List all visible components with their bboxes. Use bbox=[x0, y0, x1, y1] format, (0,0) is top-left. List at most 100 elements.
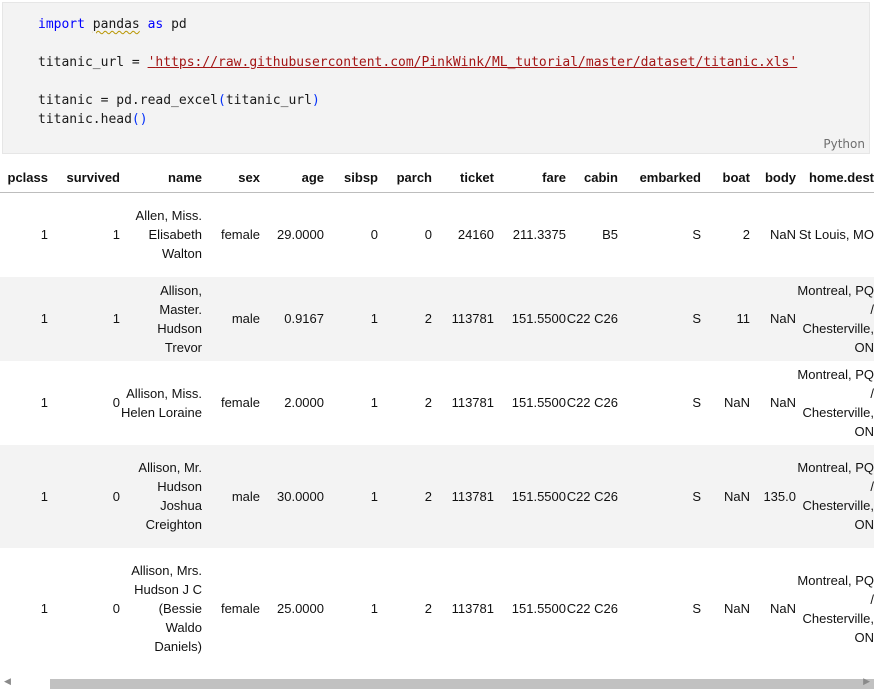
cell-pclass: 1 bbox=[0, 276, 48, 361]
cell-home-dest: St Louis, MO bbox=[798, 227, 874, 243]
cell-embarked: S bbox=[692, 395, 701, 410]
cell-cabin: B5 bbox=[602, 227, 618, 243]
head-call: titanic.head bbox=[38, 112, 132, 127]
table-row: 1 0 Allison, Miss. Helen Loraine female … bbox=[0, 361, 874, 445]
column-header-survived: survived bbox=[48, 162, 120, 193]
cell-sex: male bbox=[202, 276, 260, 361]
cell-age: 2.0000 bbox=[284, 395, 324, 410]
cell-survived: 0 bbox=[112, 395, 120, 410]
read-arg: titanic_url bbox=[225, 93, 312, 108]
cell-parch: 2 bbox=[378, 276, 432, 361]
cell-name: Allison, Miss. Helen Loraine bbox=[121, 385, 202, 420]
cell-parch: 0 bbox=[424, 227, 432, 243]
column-header-sex: sex bbox=[202, 162, 260, 193]
cell-survived: 0 bbox=[48, 444, 120, 548]
language-label[interactable]: Python bbox=[823, 137, 865, 151]
cell-embarked: S bbox=[618, 444, 701, 548]
cell-sex: female bbox=[220, 395, 260, 410]
cell-parch: 2 bbox=[424, 601, 432, 616]
cell-sex: female bbox=[220, 227, 260, 243]
table-row: 1 0 Allison, Mr. Hudson Joshua Creighton… bbox=[0, 444, 874, 548]
paren-close: ) bbox=[311, 93, 320, 108]
cell-home-dest: Montreal, PQ / Chesterville, ON bbox=[797, 366, 874, 439]
column-header-sibsp: sibsp bbox=[324, 162, 378, 193]
code-line-import: import pandas as pd bbox=[38, 15, 797, 34]
head-parens: () bbox=[131, 112, 148, 127]
cell-name: Allison, Mrs. Hudson J C (Bessie Waldo D… bbox=[131, 563, 202, 654]
module-name: pandas bbox=[92, 17, 140, 32]
scroll-right-icon[interactable]: ▶ bbox=[863, 677, 870, 687]
cell-sibsp: 0 bbox=[370, 227, 378, 243]
cell-fare: 151.5500 bbox=[511, 395, 566, 410]
cell-ticket: 113781 bbox=[432, 276, 494, 361]
cell-fare: 211.3375 bbox=[512, 227, 566, 243]
assign-op: = bbox=[124, 55, 148, 70]
table-row: 1 1 Allen, Miss. Elisabeth Walton female… bbox=[0, 193, 874, 277]
cell-boat: NaN bbox=[701, 444, 750, 548]
cell-parch: 2 bbox=[424, 395, 432, 410]
keyword-import: import bbox=[38, 17, 85, 32]
scroll-left-icon[interactable]: ◀ bbox=[4, 677, 11, 687]
cell-cabin: C22 C26 bbox=[566, 444, 618, 548]
cell-survived: 1 bbox=[112, 227, 120, 243]
keyword-as: as bbox=[147, 17, 164, 32]
table-row: 1 1 Allison, Master. Hudson Trevor male … bbox=[0, 276, 874, 361]
column-header-name: name bbox=[120, 162, 202, 193]
cell-body: NaN bbox=[769, 395, 796, 410]
cell-embarked: S bbox=[692, 601, 701, 616]
cell-ticket: 113781 bbox=[432, 444, 494, 548]
cell-pclass: 1 bbox=[40, 227, 48, 243]
paren-open: ( bbox=[218, 93, 226, 108]
url-string: https://raw.githubusercontent.com/PinkWi… bbox=[155, 55, 790, 70]
cell-survived: 0 bbox=[112, 601, 120, 616]
column-header-age: age bbox=[260, 162, 324, 193]
dataframe-table: pclass survived name sex age sibsp parch… bbox=[0, 162, 874, 670]
code-line-url: titanic_url = 'https://raw.githubusercon… bbox=[38, 53, 797, 72]
cell-boat: 2 bbox=[742, 227, 750, 243]
string-quote-close: ' bbox=[789, 55, 798, 70]
module-alias: pd bbox=[171, 17, 187, 32]
output-area: pclass survived name sex age sibsp parch… bbox=[0, 162, 874, 672]
cell-age: 30.0000 bbox=[260, 444, 324, 548]
cell-boat: 11 bbox=[701, 276, 750, 361]
cell-cabin: C22 C26 bbox=[566, 395, 618, 410]
cell-ticket: 24160 bbox=[457, 227, 494, 243]
cell-name: Allen, Miss. Elisabeth Walton bbox=[135, 208, 202, 262]
cell-pclass: 1 bbox=[40, 601, 48, 616]
cell-home-dest: Montreal, PQ / Chesterville, ON bbox=[797, 572, 874, 645]
cell-body: NaN bbox=[769, 601, 796, 616]
horizontal-scrollbar[interactable]: ◀ ▶ bbox=[0, 676, 874, 691]
cell-embarked: S bbox=[692, 227, 701, 243]
cell-embarked: S bbox=[618, 276, 701, 361]
cell-sibsp: 1 bbox=[324, 276, 378, 361]
cell-body: NaN bbox=[750, 276, 796, 361]
cell-home-dest: Montreal, PQ / Chesterville, ON bbox=[796, 276, 874, 361]
cell-age: 0.9167 bbox=[260, 276, 324, 361]
cell-pclass: 1 bbox=[40, 395, 48, 410]
cell-body: 135.0 bbox=[750, 444, 796, 548]
cell-sibsp: 1 bbox=[370, 395, 378, 410]
code-line-head: titanic.head() bbox=[38, 110, 797, 129]
cell-boat: NaN bbox=[723, 395, 750, 410]
cell-boat: NaN bbox=[723, 601, 750, 616]
variable-name: titanic_url bbox=[38, 55, 125, 70]
code-editor[interactable]: import pandas as pd titanic_url = 'https:… bbox=[38, 15, 797, 129]
cell-name: Allison, Mr. Hudson Joshua Creighton bbox=[120, 444, 202, 548]
column-header-body: body bbox=[750, 162, 796, 193]
column-header-boat: boat bbox=[701, 162, 750, 193]
cell-fare: 151.5500 bbox=[511, 601, 566, 616]
cell-pclass: 1 bbox=[0, 444, 48, 548]
scrollbar-thumb[interactable] bbox=[50, 679, 874, 689]
cell-sibsp: 1 bbox=[370, 601, 378, 616]
column-header-fare: fare bbox=[494, 162, 566, 193]
cell-body: NaN bbox=[769, 227, 796, 243]
cell-survived: 1 bbox=[48, 276, 120, 361]
cell-parch: 2 bbox=[378, 444, 432, 548]
cell-sibsp: 1 bbox=[324, 444, 378, 548]
column-header-home-dest: home.dest bbox=[796, 162, 874, 193]
cell-cabin: C22 C26 bbox=[566, 601, 618, 616]
cell-ticket: 113781 bbox=[451, 395, 494, 410]
code-cell[interactable]: import pandas as pd titanic_url = 'https:… bbox=[2, 2, 870, 154]
table-header-row: pclass survived name sex age sibsp parch… bbox=[0, 162, 874, 193]
cell-age: 25.0000 bbox=[277, 601, 324, 616]
